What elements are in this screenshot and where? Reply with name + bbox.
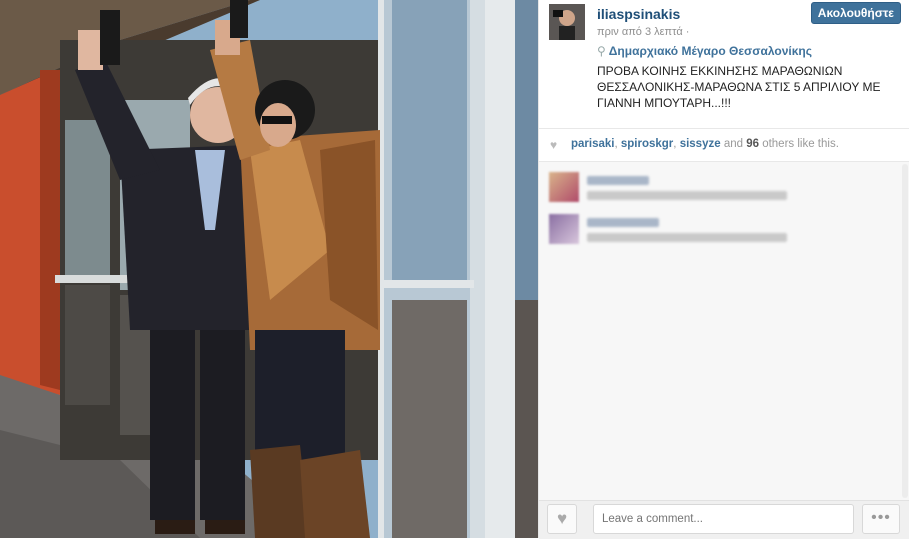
comment-footer: ♥ ••• (539, 500, 909, 539)
username-link[interactable]: iliaspsinakis (597, 6, 680, 22)
post-caption: ΠΡΟΒΑ ΚΟΙΝΗΣ ΕΚΚΙΝΗΣΗΣ ΜΑΡΑΘΩΝΙΩΝ ΘΕΣΣΑΛ… (597, 64, 881, 110)
comments-scrollbar[interactable] (902, 164, 908, 498)
likes-and: and (720, 138, 747, 150)
avatar-image (549, 4, 585, 40)
like-button[interactable]: ♥ (547, 504, 577, 534)
follow-button[interactable]: Ακολουθήστε (810, 2, 901, 24)
location-link[interactable]: ⚲ Δημαρχιακό Μέγαρο Θεσσαλονίκης (597, 44, 812, 58)
list-item (549, 214, 889, 246)
list-item (549, 172, 889, 204)
more-options-button[interactable]: ••• (862, 504, 900, 534)
comment-author-blurred (587, 176, 649, 185)
liker-link[interactable]: parisaki (571, 138, 614, 150)
comment-avatar[interactable] (549, 214, 579, 244)
post-sidebar: iliaspsinakis Ακολουθήστε πριν από 3 λεπ… (538, 0, 909, 539)
location-pin-icon: ⚲ (597, 44, 606, 58)
heart-icon: ♥ (556, 509, 568, 528)
post-photo (0, 0, 538, 538)
likes-bar: ♥ parisaki, spiroskgr, sissyze and 96 ot… (539, 129, 909, 162)
location-label: Δημαρχιακό Μέγαρο Θεσσαλονίκης (608, 44, 812, 58)
liker-link[interactable]: spiroskgr (621, 138, 673, 150)
comments-list (539, 162, 909, 500)
likes-text: parisaki, spiroskgr, sissyze and 96 othe… (571, 138, 839, 150)
comment-input[interactable] (593, 504, 854, 534)
liker-link[interactable]: sissyze (680, 138, 721, 150)
post-header: iliaspsinakis Ακολουθήστε πριν από 3 λεπ… (539, 0, 909, 129)
comment-author-blurred (587, 218, 659, 227)
heart-icon: ♥ (550, 138, 558, 152)
likes-count[interactable]: 96 (746, 138, 759, 150)
comment-text-blurred (587, 191, 787, 200)
more-dots-icon: ••• (871, 509, 891, 526)
post-time: πριν από 3 λεπτά · (597, 26, 690, 38)
likes-suffix: others like this. (759, 138, 839, 150)
comment-avatar[interactable] (549, 172, 579, 202)
comment-text-blurred (587, 233, 787, 242)
photo-illustration (0, 0, 538, 538)
avatar[interactable] (549, 4, 585, 40)
